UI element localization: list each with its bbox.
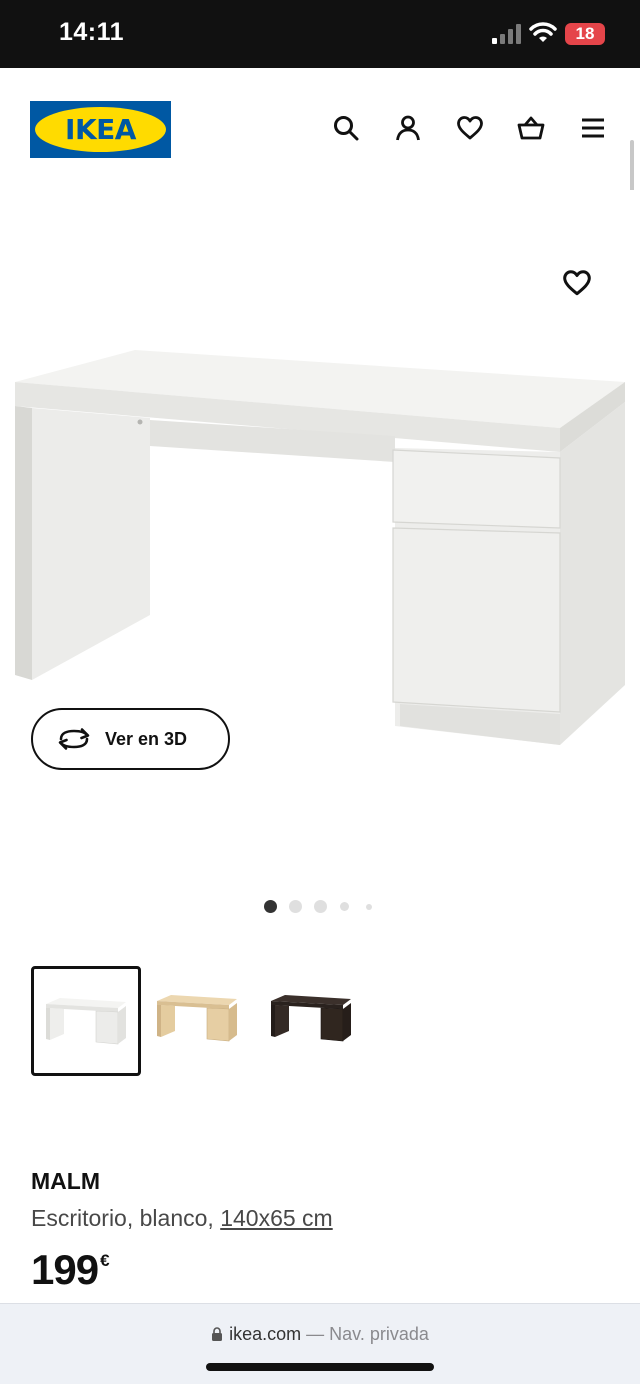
lock-icon [212, 1327, 223, 1341]
variant-black-brown-thumbnail [271, 995, 351, 1042]
pagination-dot[interactable] [289, 900, 302, 913]
url-host: ikea.com [229, 1324, 302, 1344]
cart-icon [517, 116, 545, 140]
battery-indicator: 18 [565, 23, 605, 45]
pagination-dot[interactable] [366, 904, 372, 910]
search-icon [334, 116, 359, 141]
product-name: MALM [31, 1168, 100, 1194]
price-currency: € [100, 1251, 110, 1270]
add-to-favorites-button[interactable] [560, 266, 594, 300]
wifi-icon [529, 22, 557, 42]
ikea-logo[interactable]: IKEA [30, 101, 171, 158]
variant-white-thumbnail [46, 998, 126, 1045]
favorites-button[interactable] [454, 112, 486, 144]
account-icon [396, 115, 420, 141]
variant-black-brown[interactable] [259, 966, 369, 1076]
pagination-dot-active[interactable] [264, 900, 277, 913]
search-button[interactable] [330, 112, 362, 144]
view-in-3d-label: Ver en 3D [105, 728, 188, 749]
product-description-text: Escritorio, blanco, [31, 1205, 214, 1231]
color-variant-selector [0, 966, 640, 1078]
status-time: 14:11 [59, 18, 125, 46]
browser-address-bar[interactable]: ikea.com — Nav. privada [0, 1303, 640, 1384]
account-button[interactable] [392, 112, 424, 144]
view-in-3d-button[interactable]: Ver en 3D [31, 708, 230, 770]
pagination-dot[interactable] [314, 900, 327, 913]
product-description: Escritorio, blanco, 140x65 cm [31, 1205, 333, 1232]
price-integer: 199 [31, 1246, 99, 1293]
variant-white[interactable] [31, 966, 141, 1076]
private-mode-label: Nav. privada [329, 1324, 429, 1344]
product-size-link[interactable]: 140x65 cm [220, 1205, 333, 1231]
cart-button[interactable] [515, 112, 547, 144]
heart-icon [563, 270, 591, 296]
image-pagination-dots [0, 900, 640, 914]
menu-button[interactable] [577, 112, 609, 144]
rotate-icon [58, 728, 90, 750]
url-line[interactable]: ikea.com — Nav. privada [0, 1324, 640, 1345]
pagination-dot[interactable] [340, 902, 349, 911]
site-header: IKEA [0, 68, 640, 190]
product-price: 199 € [31, 1246, 110, 1294]
heart-icon [457, 116, 483, 140]
variant-birch[interactable] [145, 966, 255, 1076]
logo-text: IKEA [65, 113, 136, 146]
menu-icon [582, 118, 604, 138]
variant-birch-thumbnail [157, 995, 237, 1042]
product-image-gallery[interactable]: Ver en 3D [0, 190, 640, 930]
home-indicator[interactable] [206, 1363, 434, 1371]
url-separator: — [306, 1324, 325, 1344]
status-bar: 14:11 18 [0, 0, 640, 68]
product-image-desk [15, 350, 625, 745]
cellular-signal-icon [492, 24, 521, 44]
